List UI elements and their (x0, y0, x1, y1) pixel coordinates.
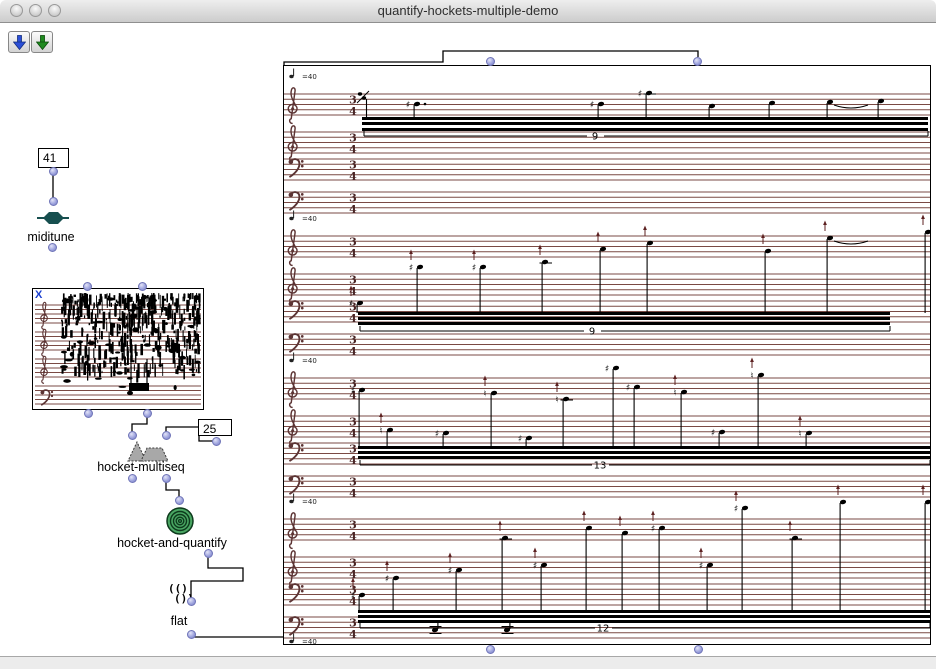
svg-text:4: 4 (349, 203, 357, 216)
connection-dot[interactable] (128, 474, 137, 483)
connection-dot[interactable] (143, 409, 152, 418)
connection-dot[interactable] (49, 167, 58, 176)
connection-dot[interactable] (187, 630, 196, 639)
svg-text:♯: ♯ (435, 430, 439, 440)
svg-text:♯: ♯ (351, 387, 355, 397)
svg-text:♯: ♯ (409, 264, 413, 274)
svg-text:♯: ♯ (590, 101, 594, 111)
svg-text:=40: =40 (302, 638, 317, 644)
blue-down-arrow-icon (13, 35, 26, 50)
svg-text:=40: =40 (302, 73, 317, 81)
svg-text:♮: ♮ (483, 390, 486, 400)
svg-text:♯: ♯ (349, 300, 353, 310)
hocket-and-quantify-label[interactable]: hocket-and-quantify (117, 536, 227, 550)
svg-text:4: 4 (349, 285, 357, 298)
svg-text:9: 9 (592, 132, 598, 143)
connection-dot[interactable] (83, 282, 92, 291)
svg-text:♮: ♮ (379, 427, 382, 437)
svg-text:4: 4 (349, 105, 357, 118)
window-title: quantify-hockets-multiple-demo (0, 3, 936, 18)
svg-text:13: 13 (594, 461, 607, 472)
svg-text:♯: ♯ (533, 562, 537, 572)
connection-dot[interactable] (49, 197, 58, 206)
flat-label[interactable]: flat (171, 614, 188, 628)
connection-dot[interactable] (128, 431, 137, 440)
svg-text:♯: ♯ (472, 264, 476, 274)
connection-dot[interactable] (48, 243, 57, 252)
connection-dot[interactable] (162, 431, 171, 440)
svg-text:4: 4 (349, 628, 357, 641)
svg-text:4: 4 (349, 143, 357, 156)
svg-text:♯: ♯ (351, 592, 355, 602)
svg-text:♯: ♯ (651, 525, 655, 535)
svg-text:♯: ♯ (626, 384, 630, 394)
svg-text:♮: ♮ (555, 396, 558, 406)
app-window: quantify-hockets-multiple-demo 41 miditu… (0, 0, 936, 669)
svg-text:♯: ♯ (518, 435, 522, 445)
connection-dot[interactable] (175, 496, 184, 505)
connection-dot[interactable] (694, 645, 703, 654)
window-bottom-bar (0, 656, 936, 669)
connection-dot[interactable] (84, 409, 93, 418)
svg-text:♯: ♯ (638, 90, 642, 100)
title-bar[interactable]: quantify-hockets-multiple-demo (0, 0, 936, 23)
svg-text:♯: ♯ (448, 567, 452, 577)
connection-dot[interactable] (204, 549, 213, 558)
connection-dot[interactable] (486, 57, 495, 66)
svg-text:♮: ♮ (673, 389, 676, 399)
connection-dot[interactable] (212, 437, 221, 446)
svg-text:♯: ♯ (734, 505, 738, 515)
svg-text:♯: ♯ (406, 101, 410, 111)
svg-text:4: 4 (349, 427, 357, 440)
svg-text:9: 9 (589, 327, 595, 338)
svg-text:4: 4 (349, 170, 357, 183)
svg-text:4: 4 (349, 345, 357, 358)
svg-text:♯: ♯ (699, 562, 703, 572)
svg-text:♯: ♯ (385, 575, 389, 585)
load-button[interactable] (8, 31, 30, 53)
svg-text:4: 4 (349, 454, 357, 467)
svg-text:4: 4 (349, 530, 357, 543)
svg-text:=40: =40 (302, 357, 317, 365)
score-preview-notation (33, 289, 201, 407)
number-box-25[interactable]: 25 (198, 419, 232, 436)
miditune-label[interactable]: miditune (27, 230, 74, 244)
connection-dot[interactable] (138, 282, 147, 291)
score-preview-box[interactable]: X (32, 288, 204, 410)
evaluate-button[interactable] (31, 31, 53, 53)
number-box-41[interactable]: 41 (38, 148, 69, 168)
green-down-arrow-icon (36, 35, 49, 50)
svg-text:♮: ♮ (798, 430, 801, 440)
hocket-multiseq-label[interactable]: hocket-multiseq (97, 460, 185, 474)
svg-text:=40: =40 (302, 215, 317, 223)
connection-dot[interactable] (187, 597, 196, 606)
svg-text:4: 4 (349, 247, 357, 260)
connection-dot[interactable] (486, 645, 495, 654)
score-editor[interactable]: =40343434349♯♯♯=40343434349♯♯♯=403434343… (283, 65, 931, 645)
svg-text:♮: ♮ (750, 372, 753, 382)
score-notation: =40343434349♯♯♯=40343434349♯♯♯=403434343… (284, 66, 930, 644)
close-icon[interactable]: X (35, 289, 42, 301)
svg-text:♯: ♯ (711, 429, 715, 439)
svg-text:12: 12 (597, 624, 610, 635)
svg-text:=40: =40 (302, 498, 317, 506)
svg-text:4: 4 (349, 312, 357, 325)
svg-text:4: 4 (349, 487, 357, 500)
connection-dot[interactable] (162, 474, 171, 483)
svg-text:♯: ♯ (605, 365, 609, 375)
connection-dot[interactable] (693, 57, 702, 66)
